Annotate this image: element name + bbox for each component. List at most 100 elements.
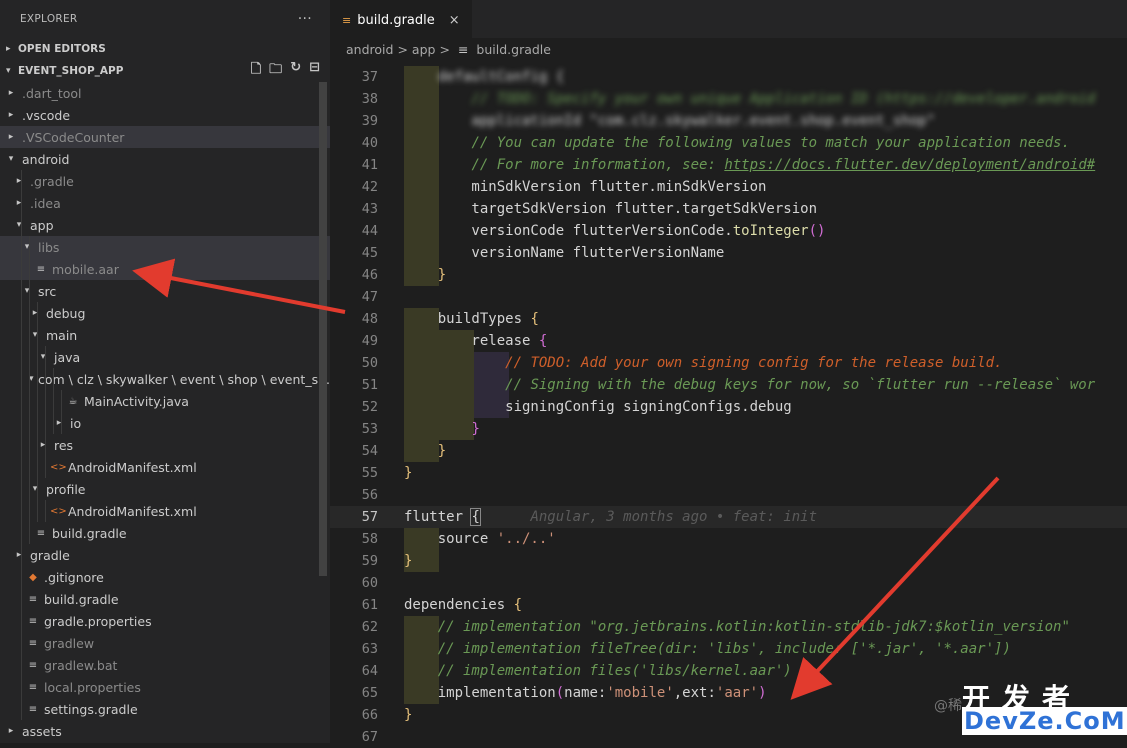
tree-item[interactable]: ▸ .idea (0, 192, 330, 214)
tree-item[interactable]: ≡ build.gradle (0, 588, 330, 610)
code-line[interactable]: 58 source '../..' (330, 528, 1127, 550)
tree-item[interactable]: <> AndroidManifest.xml (0, 456, 330, 478)
breadcrumb-file[interactable]: build.gradle (476, 42, 551, 57)
code-line[interactable]: 44 versionCode flutterVersionCode.toInte… (330, 220, 1127, 242)
file-lines-icon: ≡ (36, 263, 46, 275)
code-area[interactable]: 37 defaultConfig {38 // TODO: Specify yo… (330, 66, 1127, 745)
line-number: 62 (361, 619, 378, 635)
code-line[interactable]: 63 // implementation fileTree(dir: 'libs… (330, 638, 1127, 660)
tree-item[interactable]: ◆ .gitignore (0, 566, 330, 588)
collapse-all-icon[interactable]: ⊟ (309, 60, 320, 82)
tree-item[interactable]: ▸ .VSCodeCounter (0, 126, 330, 148)
indent-guide (37, 434, 38, 456)
code-line[interactable]: 62 // implementation "org.jetbrains.kotl… (330, 616, 1127, 638)
tree-item[interactable]: ▾ libs (0, 236, 330, 258)
tree-item[interactable]: ▸ io (0, 412, 330, 434)
tree-item[interactable]: ▸ gradle (0, 544, 330, 566)
code-line[interactable]: 45 versionName flutterVersionName (330, 242, 1127, 264)
tree-item[interactable]: ≡ settings.gradle (0, 698, 330, 720)
tree-item-label: app (30, 217, 54, 233)
tree-item[interactable]: ▾ main (0, 324, 330, 346)
code-line[interactable]: 55} (330, 462, 1127, 484)
tree-item-label: src (38, 283, 57, 299)
indent-guide (29, 324, 30, 346)
indent-guide (37, 456, 38, 478)
code-line[interactable]: 50 // TODO: Add your own signing config … (330, 352, 1127, 374)
code-line[interactable]: 61 dependencies { (330, 594, 1127, 616)
code-line[interactable]: 51 // Signing with the debug keys for no… (330, 374, 1127, 396)
indent-guide (53, 368, 54, 390)
code-line[interactable]: 46 } (330, 264, 1127, 286)
code-text: } (404, 707, 413, 723)
new-file-icon[interactable]: 🗋 (251, 60, 261, 82)
tree-item[interactable]: ≡ local.properties (0, 676, 330, 698)
open-editors-section[interactable]: ▸ OPEN EDITORS (0, 38, 330, 60)
project-section[interactable]: ▾ EVENT_SHOP_APP 🗋 🗀 ↻ ⊟ (0, 60, 330, 82)
tree-item[interactable]: ≡ gradlew (0, 632, 330, 654)
sidebar-scrollbar[interactable] (319, 82, 327, 576)
code-line[interactable]: 43 targetSdkVersion flutter.targetSdkVer… (330, 198, 1127, 220)
code-line[interactable]: 40 // You can update the following value… (330, 132, 1127, 154)
line-number: 41 (361, 157, 378, 173)
tab-build-gradle[interactable]: ≡ build.gradle × (330, 0, 472, 39)
indent-guide (37, 302, 38, 324)
more-actions-button[interactable]: ··· (298, 11, 312, 27)
tree-item[interactable]: ▾ java (0, 346, 330, 368)
tree-item[interactable]: ≡ mobile.aar (0, 258, 330, 280)
breadcrumb-android[interactable]: android (346, 42, 393, 57)
code-line[interactable]: 47 (330, 286, 1127, 308)
breadcrumb-app[interactable]: app (412, 42, 436, 57)
code-line[interactable]: 38 // TODO: Specify your own unique Appl… (330, 88, 1127, 110)
code-line[interactable]: 57 flutter { Angular, 3 months ago • feat… (330, 506, 1127, 528)
indent-guide (29, 302, 30, 324)
code-line[interactable]: 49 release { (330, 330, 1127, 352)
tree-item[interactable]: ▾ android (0, 148, 330, 170)
close-icon[interactable]: × (449, 13, 460, 28)
tree-item[interactable]: ▸ .vscode (0, 104, 330, 126)
tree-item-label: .vscode (22, 107, 71, 123)
tree-item[interactable]: ▾ src (0, 280, 330, 302)
code-line[interactable]: 60 (330, 572, 1127, 594)
line-number: 44 (361, 223, 378, 239)
code-line[interactable]: 53 } (330, 418, 1127, 440)
indent-guide (29, 390, 30, 412)
tree-item[interactable]: ▸ debug (0, 302, 330, 324)
indent-guide (21, 456, 22, 478)
project-label: EVENT_SHOP_APP (18, 65, 124, 77)
code-line[interactable]: 42 minSdkVersion flutter.minSdkVersion (330, 176, 1127, 198)
indent-guide (45, 390, 46, 412)
code-line[interactable]: 56 (330, 484, 1127, 506)
code-line[interactable]: 41 // For more information, see: https:/… (330, 154, 1127, 176)
tree-item[interactable]: ▾ com \ clz \ skywalker \ event \ shop \ … (0, 368, 330, 390)
code-text: source '../..' (404, 531, 556, 547)
code-line[interactable]: 54 } (330, 440, 1127, 462)
tree-item[interactable]: ▸ res (0, 434, 330, 456)
code-line[interactable]: 37 defaultConfig { (330, 66, 1127, 88)
tree-item[interactable]: ▾ profile (0, 478, 330, 500)
code-text: defaultConfig { (404, 69, 565, 85)
chevron-right-icon: ▸ (6, 44, 11, 54)
tree-item[interactable]: ▸ assets (0, 720, 330, 742)
tree-item[interactable]: ▸ .gradle (0, 170, 330, 192)
file-lines-icon: ≡ (28, 703, 38, 715)
code-line[interactable]: 48 buildTypes { (330, 308, 1127, 330)
refresh-icon[interactable]: ↻ (290, 60, 301, 82)
tree-item-label: build.gradle (52, 525, 127, 541)
tree-item-label: .idea (30, 195, 61, 211)
code-line[interactable]: 52 signingConfig signingConfigs.debug (330, 396, 1127, 418)
code-line[interactable]: 39 applicationId "com.clz.skywalker.even… (330, 110, 1127, 132)
tree-item[interactable]: ▾ app (0, 214, 330, 236)
indent-guide (21, 236, 22, 258)
line-number: 38 (361, 91, 378, 107)
tree-item[interactable]: <> AndroidManifest.xml (0, 500, 330, 522)
code-line[interactable]: 59} (330, 550, 1127, 572)
new-folder-icon[interactable]: 🗀 (269, 60, 282, 82)
tree-item-label: io (70, 415, 82, 431)
tree-item[interactable]: ☕ MainActivity.java (0, 390, 330, 412)
tree-item[interactable]: ≡ gradlew.bat (0, 654, 330, 676)
tree-item[interactable]: ≡ gradle.properties (0, 610, 330, 632)
tree-item[interactable]: ▸ .dart_tool (0, 82, 330, 104)
tree-item-label: build.gradle (44, 591, 119, 607)
line-number: 47 (361, 289, 378, 305)
tree-item[interactable]: ≡ build.gradle (0, 522, 330, 544)
